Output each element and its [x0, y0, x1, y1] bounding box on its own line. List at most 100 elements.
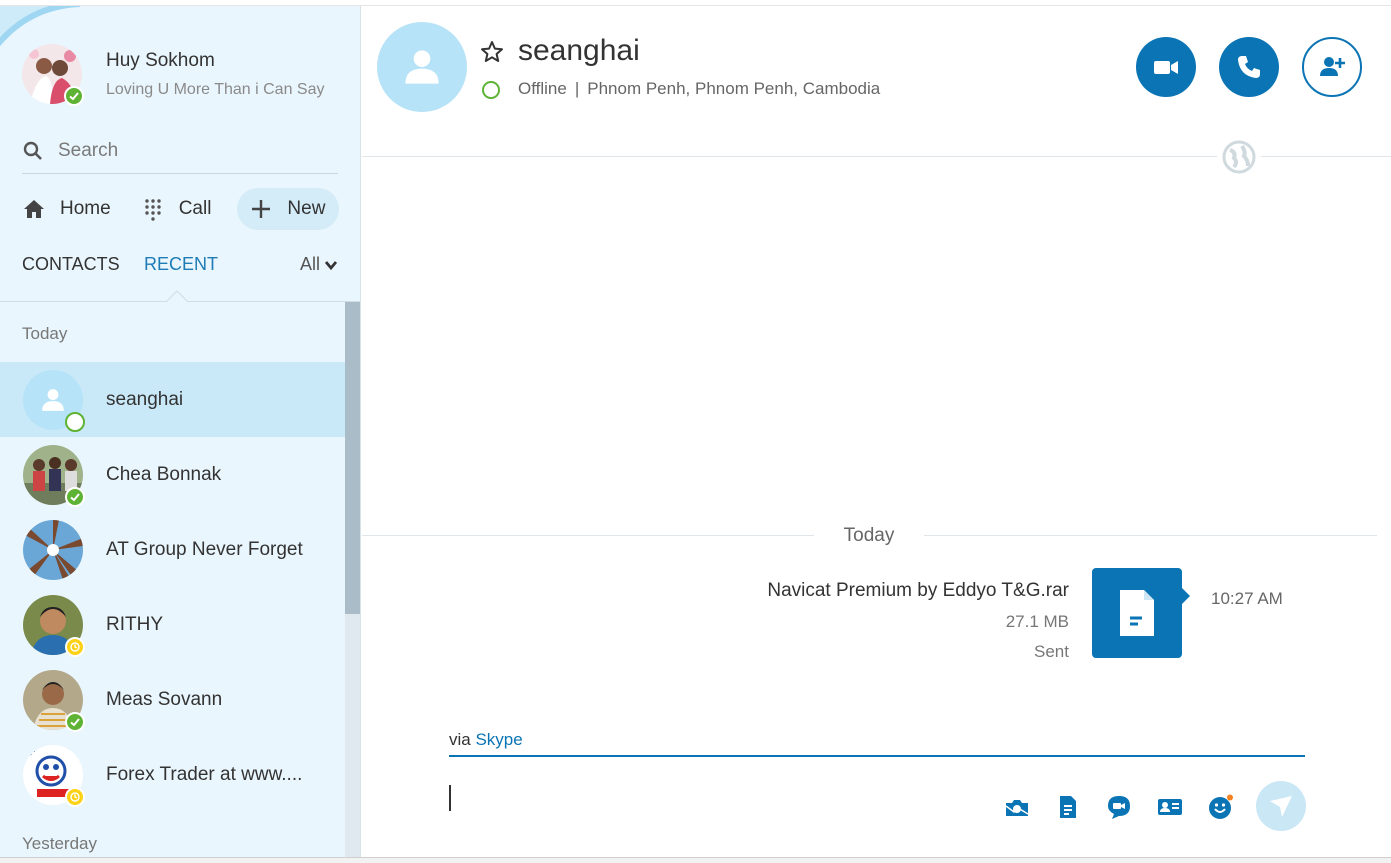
profile-card[interactable]: Huy Sokhom Loving U More Than i Can Say [22, 44, 324, 106]
search-input[interactable] [58, 139, 318, 162]
text-caret [449, 785, 451, 811]
new-button[interactable]: New [237, 188, 340, 230]
contact-avatar [23, 519, 83, 580]
compose-underline [449, 755, 1305, 757]
globe-icon [1222, 140, 1256, 174]
globe-icon-wrap [1217, 139, 1261, 175]
contact-avatar [23, 744, 85, 807]
call-label: Call [178, 198, 212, 219]
status-online-icon [65, 711, 85, 732]
profile-avatar[interactable] [22, 44, 84, 106]
conversation-pane: seanghai Offline | Phnom Penh, Phnom Penh,… [362, 6, 1391, 857]
send-file-button[interactable] [1053, 792, 1083, 822]
profile-mood[interactable]: Loving U More Than i Can Say [106, 81, 324, 99]
file-size: 27.1 MB [1005, 612, 1069, 631]
status-offline-icon [482, 81, 500, 99]
plus-icon [252, 200, 271, 218]
conversation-status-line: Offline | Phnom Penh, Phnom Penh, Cambodia [518, 79, 880, 99]
filter-dropdown[interactable]: All [300, 254, 338, 275]
contact-tabs: CONTACTS RECENT All [22, 254, 338, 290]
day-label: Today [814, 525, 924, 547]
sidebar: Huy Sokhom Loving U More Than i Can Say … [0, 6, 361, 857]
contact-name: Chea Bonnak [106, 463, 222, 485]
conversation-avatar[interactable] [377, 22, 467, 112]
list-item-forex-trader[interactable]: Forex Trader at www.... [0, 737, 345, 812]
nav-bar: Home Call New [22, 188, 340, 230]
tab-recent[interactable]: RECENT [144, 254, 218, 275]
scrollbar-thumb[interactable] [345, 302, 360, 614]
contact-avatar [23, 594, 85, 657]
send-media-button[interactable] [1002, 792, 1032, 822]
filter-label: All [299, 254, 320, 274]
contact-card-icon [1158, 799, 1182, 815]
list-item-seanghai[interactable]: seanghai [0, 362, 345, 437]
video-message-icon [1108, 796, 1130, 819]
contact-avatar [23, 669, 85, 732]
add-contact-icon [1320, 57, 1345, 76]
tab-contacts[interactable]: CONTACTS [22, 254, 120, 275]
status-online-icon [64, 86, 84, 106]
status-separator: | [574, 79, 580, 98]
list-item-chea-bonnak[interactable]: Chea Bonnak [0, 437, 345, 512]
via-prefix: via [449, 730, 471, 749]
home-label: Home [60, 198, 111, 219]
call-button[interactable]: Call [141, 188, 212, 230]
audio-call-button[interactable] [1219, 37, 1279, 97]
status-away-icon [65, 636, 85, 657]
recent-list: Today seanghai Chea Bonnak AT Group Neve… [0, 302, 345, 857]
conversation-status: Offline [518, 79, 567, 98]
phone-icon [1238, 56, 1260, 78]
add-people-button[interactable] [1302, 37, 1362, 97]
send-contact-button[interactable] [1155, 792, 1185, 822]
emoticon-button[interactable] [1206, 792, 1236, 822]
profile-name: Huy Sokhom [106, 50, 215, 71]
via-line: via Skype [449, 730, 523, 750]
sidebar-scrollbar[interactable] [345, 302, 360, 857]
message-input[interactable] [454, 780, 974, 816]
media-icon [1005, 800, 1029, 816]
home-button[interactable]: Home [22, 188, 111, 230]
message-time: 10:27 AM [1211, 589, 1283, 608]
home-icon [24, 200, 44, 218]
list-item-rithy[interactable]: RITHY [0, 587, 345, 662]
section-yesterday: Yesterday [22, 834, 97, 853]
list-item-at-group[interactable]: AT Group Never Forget [0, 512, 345, 587]
group-photo [23, 519, 83, 580]
conversation-location: Phnom Penh, Phnom Penh, Cambodia [587, 79, 881, 98]
new-label: New [287, 198, 326, 219]
dialpad-icon [144, 199, 161, 221]
video-icon [1154, 61, 1178, 74]
contact-name: AT Group Never Forget [106, 538, 303, 560]
contact-name: seanghai [106, 388, 184, 410]
status-away-icon [65, 786, 85, 807]
status-offline-icon [65, 411, 85, 432]
favorite-star-icon[interactable] [480, 40, 504, 64]
section-today: Today [22, 324, 68, 343]
send-button[interactable] [1256, 781, 1306, 831]
window-bottom-edge [0, 857, 1391, 863]
file-icon [1060, 796, 1076, 818]
contact-name: RITHY [106, 613, 163, 635]
file-name[interactable]: Navicat Premium by Eddyo T&G.rar [767, 580, 1069, 602]
file-tile[interactable] [1092, 568, 1190, 658]
list-item-meas-sovann[interactable]: Meas Sovann [0, 662, 345, 737]
send-icon [1270, 796, 1292, 817]
via-skype-link[interactable]: Skype [475, 730, 522, 749]
status-online-icon [65, 486, 85, 507]
contact-name: Meas Sovann [106, 688, 223, 710]
conversation-title: seanghai [518, 34, 640, 67]
person-icon [42, 388, 64, 411]
search-icon [23, 141, 42, 160]
contact-avatar [23, 369, 85, 432]
bubble-tail [1182, 588, 1190, 604]
file-delivery-state: Sent [1034, 642, 1069, 661]
search-bar[interactable] [22, 128, 338, 174]
video-call-button[interactable] [1136, 37, 1196, 97]
file-icon [1120, 590, 1154, 636]
chevron-down-icon [324, 260, 338, 270]
person-icon [405, 50, 439, 84]
tab-indicator [166, 290, 188, 302]
contact-name: Forex Trader at www.... [106, 763, 303, 785]
emoticon-icon [1209, 794, 1233, 819]
video-message-button[interactable] [1104, 792, 1134, 822]
